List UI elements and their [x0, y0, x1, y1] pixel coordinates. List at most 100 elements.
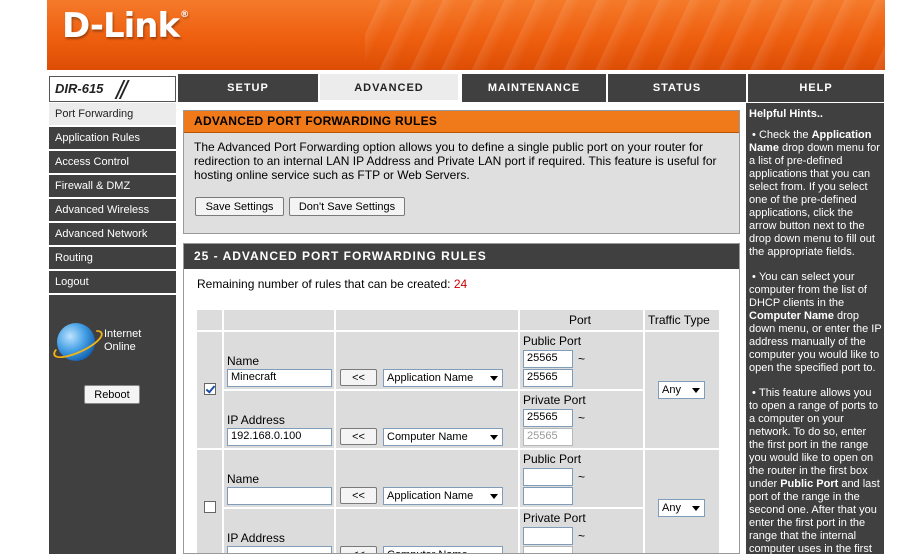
right-rail — [885, 0, 916, 554]
private-port-label: Private Port — [523, 393, 586, 407]
name-label: Name — [227, 472, 260, 486]
tab-setup[interactable]: SETUP — [178, 74, 318, 102]
rule-2-private-end-input[interactable] — [523, 546, 573, 553]
remaining-label: Remaining number of rules that can be cr… — [197, 277, 451, 291]
remaining-count: 24 — [453, 277, 468, 291]
rule-1-traffic-select[interactable]: Any — [658, 381, 705, 399]
hint-bold: Public Port — [780, 478, 839, 490]
col-traffic: Traffic Type — [648, 313, 710, 327]
range-tilde: ~ — [578, 352, 586, 366]
chevron-down-icon — [490, 494, 498, 499]
rule-1-private-end-input[interactable]: 25565 — [523, 428, 573, 446]
chevron-down-icon — [692, 388, 700, 393]
slash-decoration: // — [116, 75, 128, 105]
rule-1-computer-select[interactable]: Computer Name — [383, 428, 503, 446]
tab-status[interactable]: STATUS — [606, 74, 746, 102]
hint-paragraph: • This feature allows you to open a rang… — [749, 387, 880, 555]
header-name-cell — [224, 310, 334, 330]
main-content: ADVANCED PORT FORWARDING RULES The Advan… — [178, 103, 744, 554]
rule-1-traffic-cell: Any — [645, 332, 719, 448]
table-row — [197, 332, 222, 448]
dont-save-settings-button[interactable]: Don't Save Settings — [289, 197, 405, 216]
remaining-rules: Remaining number of rules that can be cr… — [197, 277, 467, 291]
section-title: ADVANCED PORT FORWARDING RULES — [184, 111, 739, 133]
private-port-label: Private Port — [523, 511, 586, 525]
rule-1-public-port-cell: Public Port 25565 ~ 25565 — [520, 332, 643, 389]
rules-table: Port Traffic Type Name Minecraft << Appl… — [197, 310, 719, 553]
sidebar-item-access-control[interactable]: Access Control — [49, 151, 176, 175]
internet-status: Internet Online — [104, 328, 141, 354]
sidebar: Port Forwarding Application Rules Access… — [49, 103, 176, 554]
ip-label: IP Address — [227, 531, 285, 545]
top-tabs: SETUP ADVANCED MAINTENANCE STATUS HELP — [178, 74, 884, 102]
rule-2-private-port-cell: Private Port ~ — [520, 509, 643, 553]
rule-1-public-start-input[interactable]: 25565 — [523, 350, 573, 368]
rule-2-app-cell: << Application Name — [336, 450, 518, 507]
chevron-down-icon — [692, 506, 700, 511]
sidebar-item-routing[interactable]: Routing — [49, 247, 176, 271]
sidebar-item-advanced-wireless[interactable]: Advanced Wireless — [49, 199, 176, 223]
hint-text: Check the — [758, 129, 812, 141]
tab-help[interactable]: HELP — [746, 74, 884, 102]
select-value: Computer Name — [387, 549, 468, 553]
tab-maintenance[interactable]: MAINTENANCE — [460, 74, 606, 102]
online-label: Online — [104, 341, 136, 353]
rule-1-computer-cell: << Computer Name — [336, 391, 518, 448]
sidebar-item-application-rules[interactable]: Application Rules — [49, 127, 176, 151]
tab-advanced[interactable]: ADVANCED — [318, 74, 460, 102]
rule-1-enable-checkbox[interactable] — [204, 383, 216, 395]
reboot-button[interactable]: Reboot — [84, 385, 140, 404]
sidebar-item-advanced-network[interactable]: Advanced Network — [49, 223, 176, 247]
chevron-down-icon — [490, 376, 498, 381]
port-forwarding-intro: ADVANCED PORT FORWARDING RULES The Advan… — [183, 110, 740, 234]
sidebar-item-port-forwarding[interactable]: Port Forwarding — [49, 103, 176, 127]
rule-2-computer-fill-button[interactable]: << — [340, 546, 377, 553]
rule-1-private-start-input[interactable]: 25565 — [523, 409, 573, 427]
rules-title: 25 - ADVANCED PORT FORWARDING RULES — [184, 244, 739, 269]
rule-2-application-select[interactable]: Application Name — [383, 487, 503, 505]
rule-2-enable-checkbox[interactable] — [204, 501, 216, 513]
hint-text: This feature allows you to open a range … — [749, 387, 879, 490]
rule-2-name-input[interactable] — [227, 487, 332, 505]
rule-1-app-fill-button[interactable]: << — [340, 369, 377, 386]
sidebar-item-firewall-dmz[interactable]: Firewall & DMZ — [49, 175, 176, 199]
banner-pattern — [365, 0, 885, 70]
rule-1-ip-input[interactable]: 192.168.0.100 — [227, 428, 332, 446]
internet-label: Internet — [104, 328, 142, 340]
rule-2-public-port-cell: Public Port ~ — [520, 450, 643, 507]
rule-2-computer-cell: << Computer Name — [336, 509, 518, 553]
header-traffic-cell: Traffic Type — [645, 310, 719, 330]
sidebar-item-logout[interactable]: Logout — [49, 271, 176, 295]
rule-1-computer-fill-button[interactable]: << — [340, 428, 377, 445]
rule-1-application-select[interactable]: Application Name — [383, 369, 503, 387]
save-settings-button[interactable]: Save Settings — [195, 197, 284, 216]
header-check-cell — [197, 310, 222, 330]
rule-1-public-end-input[interactable]: 25565 — [523, 369, 573, 387]
hints-title: Helpful Hints.. — [749, 108, 823, 120]
select-value: Computer Name — [387, 431, 468, 443]
rule-2-public-start-input[interactable] — [523, 468, 573, 486]
rule-1-private-port-cell: Private Port 25565 ~ 25565 — [520, 391, 643, 448]
rule-2-public-end-input[interactable] — [523, 487, 573, 505]
rule-2-computer-select[interactable]: Computer Name — [383, 546, 503, 553]
rule-1-ip-cell: IP Address 192.168.0.100 — [224, 391, 334, 448]
header-banner: D-Link® — [47, 0, 885, 70]
hint-paragraph: • Check the Application Name drop down m… — [749, 129, 880, 258]
rule-1-app-cell: << Application Name — [336, 332, 518, 389]
model-label: DIR-615 — [55, 81, 104, 96]
ip-label: IP Address — [227, 413, 285, 427]
public-port-label: Public Port — [523, 334, 582, 348]
rule-2-traffic-select[interactable]: Any — [658, 499, 705, 517]
name-label: Name — [227, 354, 260, 368]
rule-1-name-input[interactable]: Minecraft — [227, 369, 332, 387]
rule-2-app-fill-button[interactable]: << — [340, 487, 377, 504]
rules-panel: 25 - ADVANCED PORT FORWARDING RULES Rema… — [183, 243, 740, 554]
chevron-down-icon — [490, 435, 498, 440]
range-tilde: ~ — [578, 529, 586, 543]
hint-text: drop down menu for a list of pre-defined… — [749, 142, 880, 258]
rule-2-name-cell: Name — [224, 450, 334, 507]
rule-2-private-start-input[interactable] — [523, 527, 573, 545]
rule-2-traffic-cell: Any — [645, 450, 719, 553]
rule-2-ip-input[interactable] — [227, 546, 332, 553]
rule-2-ip-cell: IP Address — [224, 509, 334, 553]
